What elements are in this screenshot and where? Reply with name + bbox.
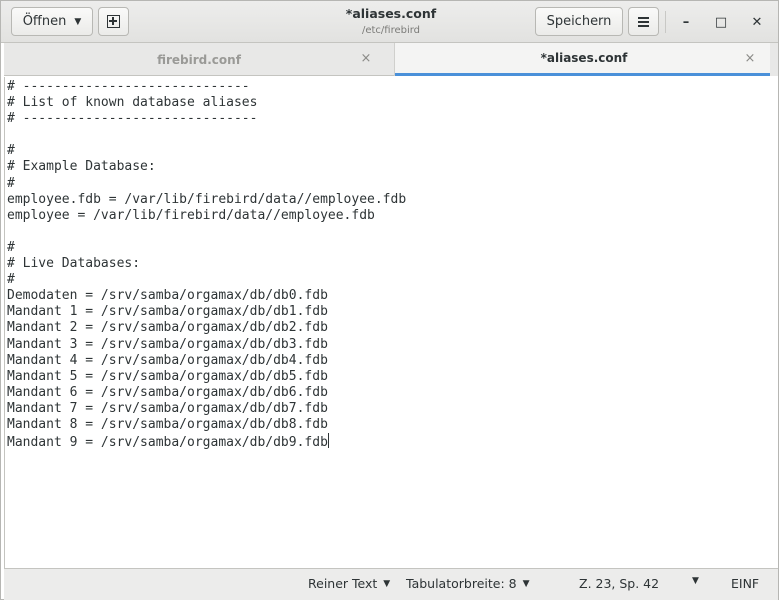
tab-aliases-conf[interactable]: *aliases.conf × <box>395 43 773 76</box>
menu-button[interactable] <box>628 7 659 36</box>
open-button-label: Öffnen <box>22 14 67 29</box>
code-line: Mandant 8 = /srv/samba/orgamax/db/db8.fd… <box>7 416 328 432</box>
close-icon[interactable]: × <box>743 52 757 66</box>
editor-text[interactable]: # ----------------------------- # List of… <box>7 79 407 451</box>
tab-width-label: Tabulatorbreite: 8 <box>406 576 517 591</box>
new-document-icon <box>107 15 120 28</box>
code-line: # ----------------------------- <box>7 79 250 94</box>
header-separator <box>665 11 666 33</box>
text-editor[interactable]: # ----------------------------- # List of… <box>4 77 777 568</box>
chevron-down-icon: ▼ <box>383 578 391 589</box>
save-button[interactable]: Speichern <box>535 7 623 36</box>
maximize-button[interactable]: □ <box>708 10 734 34</box>
code-line: Mandant 3 = /srv/samba/orgamax/db/db3.fd… <box>7 336 328 352</box>
code-line: employee.fdb = /var/lib/firebird/data//e… <box>7 191 407 207</box>
open-button[interactable]: Öffnen ▼ <box>11 7 93 36</box>
code-line: # Example Database: <box>7 159 156 175</box>
minimize-button[interactable]: – <box>673 10 699 34</box>
chevron-down-icon: ▼ <box>522 578 530 589</box>
window-subtitle: /etc/firebird <box>361 25 421 36</box>
code-line: # <box>7 239 15 255</box>
tab-label: *aliases.conf <box>540 51 628 65</box>
tab-bar-edge <box>770 43 778 76</box>
language-selector[interactable]: Reiner Text ▼ <box>308 576 390 591</box>
close-window-button[interactable]: ✕ <box>744 10 770 34</box>
chevron-down-icon: ▼ <box>74 16 82 27</box>
insert-mode-label: EINF <box>731 576 760 591</box>
hamburger-menu-icon <box>638 16 649 27</box>
cursor-position-label: Z. 23, Sp. 42 <box>579 576 660 591</box>
code-line: Mandant 4 = /srv/samba/orgamax/db/db4.fd… <box>7 352 328 368</box>
code-line: Mandant 5 = /srv/samba/orgamax/db/db5.fd… <box>7 368 328 384</box>
chevron-down-icon: ▼ <box>692 576 699 586</box>
code-line: # Live Databases: <box>7 256 141 272</box>
close-icon[interactable]: × <box>359 52 373 66</box>
code-line: # List of known database aliases <box>7 95 258 111</box>
code-line: Mandant 9 = /srv/samba/orgamax/db/db9.fd… <box>7 433 329 451</box>
code-line: # <box>7 143 15 159</box>
header-bar: Öffnen ▼ *aliases.conf /etc/firebird Spe… <box>1 1 778 43</box>
language-label: Reiner Text <box>308 576 378 591</box>
code-line: Mandant 2 = /srv/samba/orgamax/db/db2.fd… <box>7 320 328 336</box>
status-bar: Reiner Text ▼ Tabulatorbreite: 8 ▼ Z. 23… <box>4 568 778 600</box>
code-line: # <box>7 272 15 288</box>
text-cursor <box>327 433 329 449</box>
code-line: Mandant 1 = /srv/samba/orgamax/db/db1.fd… <box>7 304 328 320</box>
save-button-label: Speichern <box>546 14 612 29</box>
tab-width-selector[interactable]: Tabulatorbreite: 8 ▼ <box>406 576 530 591</box>
position-dropdown[interactable]: ▼ <box>692 576 699 586</box>
window-title-area: *aliases.conf /etc/firebird <box>291 6 491 38</box>
code-line: Mandant 6 = /srv/samba/orgamax/db/db6.fd… <box>7 384 328 400</box>
tab-bar: firebird.conf × *aliases.conf × <box>4 43 778 76</box>
tab-firebird-conf[interactable]: firebird.conf × <box>4 43 395 76</box>
code-line: # ------------------------------ <box>7 111 258 127</box>
window-title: *aliases.conf <box>345 6 437 21</box>
code-line: Mandant 7 = /srv/samba/orgamax/db/db7.fd… <box>7 400 328 416</box>
gedit-window: Öffnen ▼ *aliases.conf /etc/firebird Spe… <box>0 0 779 600</box>
new-document-button[interactable] <box>98 7 129 36</box>
code-line: # <box>7 175 15 191</box>
insert-mode-indicator[interactable]: EINF <box>731 576 759 591</box>
cursor-position: Z. 23, Sp. 42 <box>579 576 659 591</box>
tab-label: firebird.conf <box>157 52 241 67</box>
code-line: employee = /var/lib/firebird/data//emplo… <box>7 207 375 223</box>
code-line: Demodaten = /srv/samba/orgamax/db/db0.fd… <box>7 288 328 304</box>
